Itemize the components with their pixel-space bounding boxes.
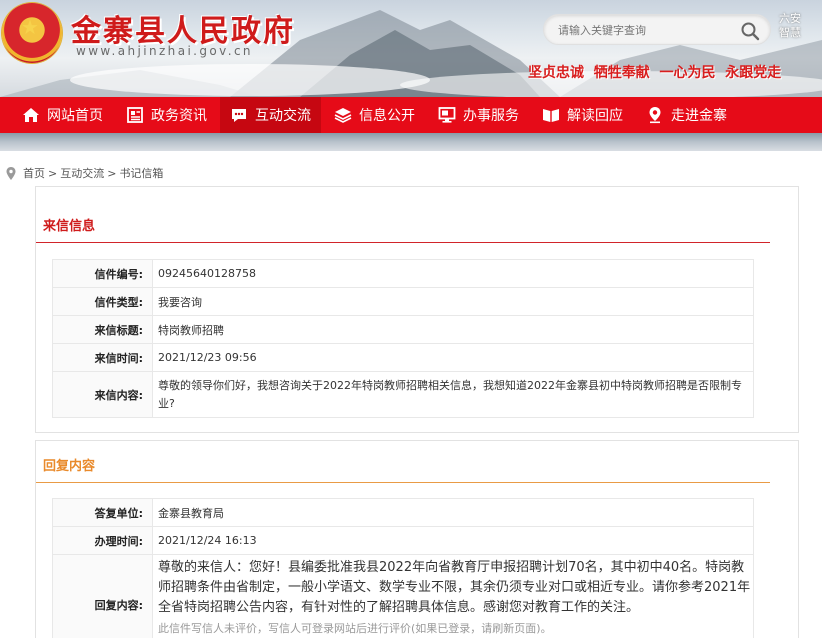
location-pin-icon [6, 166, 16, 180]
field-label: 来信时间: [52, 343, 153, 372]
monitor-icon [438, 107, 456, 123]
nav-item-interpretation[interactable]: 解读回应 [532, 97, 633, 133]
region-link[interactable]: 六安智慧 [779, 12, 801, 40]
slogan: 坚贞忠诚 牺牲奉献 一心为民 永跟党走 [528, 65, 782, 81]
home-icon [23, 108, 39, 122]
reply-department: 金寨县教育局 [152, 498, 754, 527]
search-icon[interactable] [740, 21, 760, 41]
reply-content: 尊敬的来信人：您好！县编委批准我县2022年向省教育厅申报招聘计划70名，其中初… [158, 560, 751, 615]
table-row: 来信内容: 尊敬的领导你们好，我想咨询关于2022年特岗教师招聘相关信息，我想知… [52, 371, 754, 418]
letter-info-panel: 来信信息 信件编号: 09245640128758 信件类型: 我要咨询 来信标… [35, 186, 799, 433]
table-row: 信件类型: 我要咨询 [52, 287, 754, 316]
nav-item-label: 办事服务 [463, 108, 519, 124]
reply-table: 答复单位: 金寨县教育局 办理时间: 2021/12/24 16:13 回复内容… [52, 498, 754, 638]
nav-item-services[interactable]: 办事服务 [428, 97, 529, 133]
site-url: www.ahjinzhai.gov.cn [76, 44, 253, 58]
nav-item-disclosure[interactable]: 信息公开 [324, 97, 425, 133]
table-row: 答复单位: 金寨县教育局 [52, 498, 754, 527]
breadcrumb-current: 书记信箱 [119, 167, 164, 180]
field-label: 来信内容: [52, 371, 153, 418]
letter-type: 我要咨询 [152, 287, 754, 316]
letter-number: 09245640128758 [152, 259, 754, 288]
chat-icon [232, 109, 246, 122]
section-divider [36, 242, 770, 243]
book-icon [543, 109, 559, 122]
table-row: 来信时间: 2021/12/23 09:56 [52, 343, 754, 372]
field-label: 信件类型: [52, 287, 153, 316]
letter-time: 2021/12/23 09:56 [152, 343, 754, 372]
table-row: 回复内容: 尊敬的来信人：您好！县编委批准我县2022年向省教育厅申报招聘计划7… [52, 554, 754, 638]
national-emblem-icon: ★ [2, 3, 62, 63]
location-icon [649, 107, 661, 124]
layers-icon [334, 108, 352, 123]
reply-title: 回复内容 [43, 459, 96, 474]
field-label: 来信标题: [52, 315, 153, 344]
breadcrumb: 首页 > 互动交流 > 书记信箱 [6, 165, 163, 181]
nav-item-label: 政务资讯 [151, 108, 207, 124]
field-label: 答复单位: [52, 498, 153, 527]
breadcrumb-home[interactable]: 首页 [23, 165, 45, 181]
search-input[interactable] [558, 21, 738, 39]
nav-item-label: 走进金寨 [671, 108, 727, 124]
site-header: ★ 金寨县人民政府 www.ahjinzhai.gov.cn 六安智慧 坚贞忠诚… [0, 0, 822, 97]
nav-item-label: 解读回应 [567, 108, 623, 124]
breadcrumb-separator: > [107, 166, 117, 180]
nav-item-about[interactable]: 走进金寨 [636, 97, 737, 133]
banner-strip [0, 133, 822, 151]
breadcrumb-separator: > [48, 166, 58, 180]
nav-item-label: 互动交流 [255, 108, 311, 124]
field-label: 回复内容: [52, 554, 153, 638]
reply-time: 2021/12/24 16:13 [152, 526, 754, 555]
letter-subject: 特岗教师招聘 [152, 315, 754, 344]
reply-panel: 回复内容 答复单位: 金寨县教育局 办理时间: 2021/12/24 16:13… [35, 440, 799, 638]
nav-item-label: 网站首页 [47, 108, 103, 124]
nav-item-label: 信息公开 [359, 108, 415, 124]
field-label: 信件编号: [52, 259, 153, 288]
letter-info-table: 信件编号: 09245640128758 信件类型: 我要咨询 来信标题: 特岗… [52, 259, 754, 418]
table-row: 信件编号: 09245640128758 [52, 259, 754, 288]
news-icon [127, 107, 143, 123]
table-row: 来信标题: 特岗教师招聘 [52, 315, 754, 344]
reply-content-cell: 尊敬的来信人：您好！县编委批准我县2022年向省教育厅申报招聘计划70名，其中初… [152, 554, 754, 638]
evaluation-note: 此信件写信人未评价，写信人可登录网站后进行评价(如果已登录，请刷新页面)。 [158, 622, 552, 635]
field-label: 办理时间: [52, 526, 153, 555]
breadcrumb-interaction[interactable]: 互动交流 [60, 165, 104, 181]
section-divider [36, 482, 770, 483]
main-nav: 网站首页 政务资讯 互动交流 信息公开 办事服务 解读回应 走进金寨 [0, 97, 822, 133]
search-box [543, 14, 771, 45]
table-row: 办理时间: 2021/12/24 16:13 [52, 526, 754, 555]
nav-item-interaction[interactable]: 互动交流 [220, 97, 321, 133]
nav-item-home[interactable]: 网站首页 [12, 97, 113, 133]
nav-item-news[interactable]: 政务资讯 [116, 97, 217, 133]
letter-content: 尊敬的领导你们好，我想咨询关于2022年特岗教师招聘相关信息，我想知道2022年… [152, 371, 754, 418]
letter-info-title: 来信信息 [43, 219, 96, 234]
